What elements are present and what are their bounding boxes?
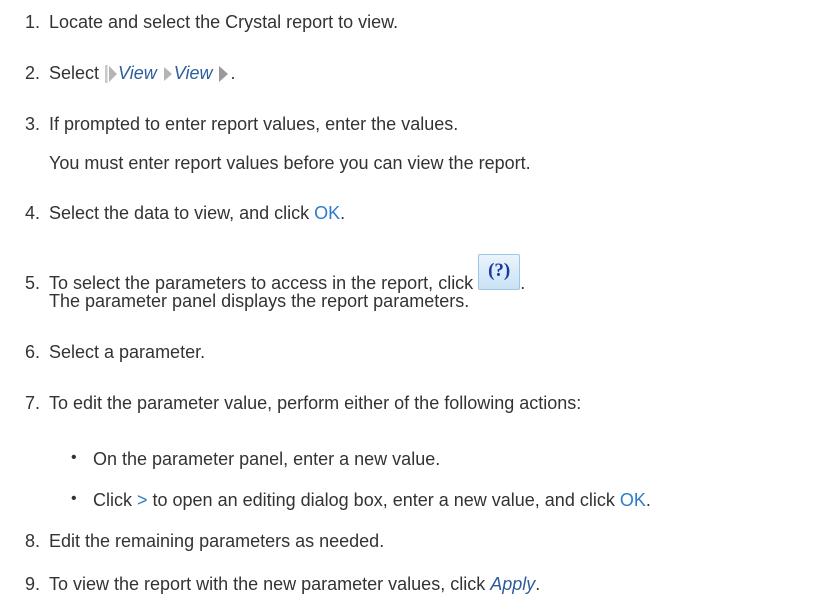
step-text: . [230,63,236,83]
bullet-dot: • [71,449,77,466]
step-6: 6. Select a parameter. [25,341,205,363]
step-number: 3. [25,114,41,134]
parameter-panel-icon-glyph: (?) [488,260,511,281]
step-text: . [520,272,526,293]
menu-path-arrow-icon [105,65,118,84]
bullet-dot: • [71,490,77,507]
ok-link[interactable]: OK [620,490,646,510]
step-number: 8. [25,531,41,551]
step-text: To view the report with the new paramete… [49,574,491,594]
step-text: To edit the parameter value, perform eit… [49,393,582,413]
parameter-panel-icon[interactable]: (?) [478,254,521,290]
step-7: 7. To edit the parameter value, perform e… [25,392,581,414]
step-number: 7. [25,393,41,413]
step-number: 4. [25,203,41,223]
step-2: 2. Select View View . [25,62,236,85]
menu-path-end-arrow-icon [219,66,229,83]
step-text: Select the data to view, and click [49,203,315,223]
step-number: 6. [25,342,41,362]
step-text: Locate and select the Crystal report to … [49,12,399,32]
step-number: 5. [25,272,41,293]
bullet-text: to open an editing dialog box, enter a n… [147,490,620,510]
menu-item-view[interactable]: View [174,63,213,83]
bullet-text: Click [93,490,137,510]
bullet-item: Click > to open an editing dialog box, e… [93,489,651,511]
step-3-note: You must enter report values before you … [49,153,531,173]
step-4: 4. Select the data to view, and click OK. [25,202,345,224]
step-number: 9. [25,574,41,594]
step-1: 1. Locate and select the Crystal report t… [25,11,398,33]
step-text: . [340,203,346,223]
step-number: 2. [25,63,41,83]
apply-link[interactable]: Apply [490,574,535,594]
step-text: . [535,574,541,594]
step-5-note: The parameter panel displays the report … [49,291,470,311]
bullet-item: On the parameter panel, enter a new valu… [93,449,441,469]
step-8: 8. Edit the remaining parameters as neede… [25,530,384,552]
expand-editor-link[interactable]: > [137,490,148,510]
step-text: Edit the remaining parameters as needed. [49,531,385,551]
step-9: 9. To view the report with the new parame… [25,573,540,595]
step-text: Select [49,63,100,83]
menu-item-view[interactable]: View [118,63,157,83]
bullet-text: . [645,490,651,510]
ok-link[interactable]: OK [314,203,340,223]
step-text: If prompted to enter report values, ente… [49,114,459,134]
step-number: 1. [25,12,41,32]
step-text: Select a parameter. [49,342,206,362]
step-3: 3. If prompted to enter report values, en… [25,113,458,135]
menu-path-arrow-icon [163,67,172,82]
